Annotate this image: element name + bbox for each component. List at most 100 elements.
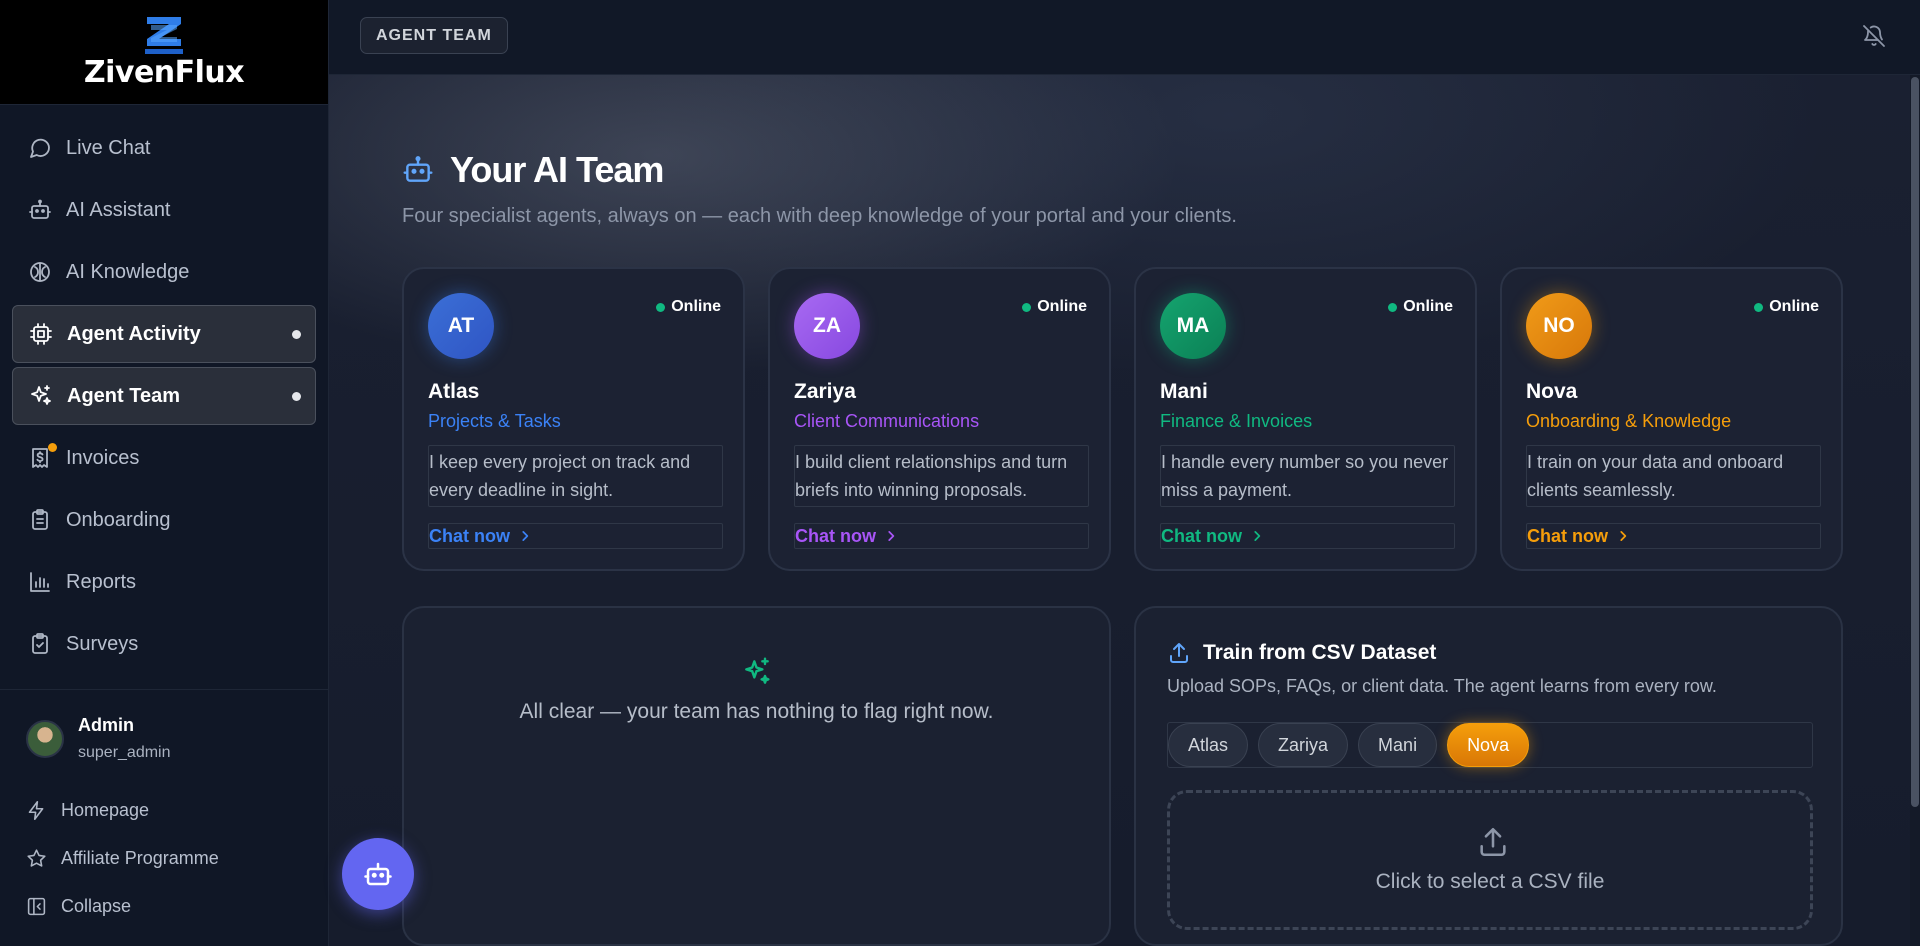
logo[interactable]: ZivenFlux: [0, 0, 328, 105]
user-profile[interactable]: Admin super_admin: [26, 714, 171, 764]
user-name: Admin: [78, 715, 134, 735]
robot-icon: [403, 156, 433, 182]
chat-now-button[interactable]: Chat now: [1160, 523, 1455, 549]
sidebar-item-label: Surveys: [66, 632, 139, 655]
page-subtitle: Four specialist agents, always on — each…: [402, 205, 1237, 227]
csv-training-panel: Train from CSV Dataset Upload SOPs, FAQs…: [1134, 606, 1843, 946]
online-dot: [656, 302, 666, 312]
active-indicator: [292, 391, 301, 401]
agent-avatar: ZA: [794, 293, 860, 359]
agent-name: Zariya: [794, 380, 856, 403]
sidebar-item-label: AI Knowledge: [66, 260, 190, 283]
invoice-dollar-icon: [28, 443, 57, 470]
sidebar-item-label: AI Assistant: [66, 198, 171, 221]
agent-role: Finance & Invoices: [1160, 411, 1313, 431]
ai-assistant-fab[interactable]: [342, 838, 414, 910]
affiliate-label: Affiliate Programme: [61, 848, 219, 868]
agent-pill-zariya[interactable]: Zariya: [1258, 723, 1349, 767]
logo-mark-icon: [145, 17, 183, 54]
sidebar-item-reports[interactable]: Reports: [12, 553, 316, 611]
agent-description: I build client relationships and turn br…: [794, 445, 1089, 507]
robot-icon: [28, 198, 52, 222]
sidebar-item-live-chat[interactable]: Live Chat: [12, 119, 316, 177]
sidebar-item-onboarding[interactable]: Onboarding: [12, 491, 316, 549]
sidebar-divider: [0, 689, 328, 690]
agent-avatar: AT: [428, 293, 494, 359]
bell-off-icon[interactable]: [1862, 24, 1886, 48]
agent-alerts-panel: All clear — your team has nothing to fla…: [402, 606, 1111, 946]
sidebar-item-label: Reports: [66, 570, 137, 593]
agent-name: Mani: [1160, 380, 1208, 403]
sidebar-nav: Live Chat AI Assistant AI Knowledge Agen…: [0, 105, 328, 673]
agent-description: I handle every number so you never miss …: [1160, 445, 1455, 507]
chat-now-button[interactable]: Chat now: [1526, 523, 1821, 549]
notification-dot: [48, 443, 57, 452]
robot-icon: [364, 862, 392, 886]
sidebar-item-label: Agent Team: [67, 384, 180, 407]
sidebar-item-surveys[interactable]: Surveys: [12, 615, 316, 673]
agent-description: I keep every project on track and every …: [428, 445, 723, 507]
status-badge: Online: [1022, 298, 1087, 316]
agent-pill-mani[interactable]: Mani: [1358, 723, 1438, 767]
avatar: [26, 720, 64, 758]
agent-description: I train on your data and onboard clients…: [1526, 445, 1821, 507]
page-header: Your AI Team: [402, 149, 664, 191]
bar-chart-icon: [28, 570, 52, 594]
agent-pill-atlas[interactable]: Atlas: [1168, 723, 1249, 767]
sidebar-item-label: Agent Activity: [67, 322, 201, 345]
lightning-icon: [28, 800, 44, 821]
sidebar-item-label: Invoices: [66, 446, 140, 469]
status-text: Online: [671, 298, 721, 315]
agent-cards: AT Online Atlas Projects & Tasks I keep …: [402, 267, 1866, 571]
agent-card-nova[interactable]: NO Online Nova Onboarding & Knowledge I …: [1500, 267, 1843, 571]
collapse-sidebar-icon: [27, 897, 46, 916]
page-title: Your AI Team: [450, 149, 664, 190]
chat-now-button[interactable]: Chat now: [794, 523, 1089, 549]
csv-dropzone[interactable]: Click to select a CSV file: [1167, 790, 1813, 930]
collapse-label: Collapse: [61, 896, 132, 916]
upload-icon: [1170, 643, 1188, 663]
brain-icon: [28, 260, 52, 284]
agent-name: Nova: [1526, 380, 1578, 403]
chat-now-button[interactable]: Chat now: [428, 523, 723, 549]
sidebar-item-agent-team[interactable]: Agent Team: [12, 367, 316, 425]
top-bar: AGENT TEAM: [329, 0, 1920, 75]
collapse-button[interactable]: Collapse: [26, 896, 131, 917]
sidebar-item-label: Onboarding: [66, 508, 171, 531]
scrollbar[interactable]: [1910, 75, 1920, 946]
sidebar-item-label: Live Chat: [66, 136, 151, 159]
sidebar: ZivenFlux Live Chat AI Assistant AI Know…: [0, 0, 329, 946]
agent-role: Onboarding & Knowledge: [1526, 411, 1732, 431]
csv-header: Train from CSV Dataset: [1167, 641, 1436, 665]
affiliate-link[interactable]: Affiliate Programme: [26, 848, 219, 869]
clipboard-list-icon: [28, 508, 52, 532]
sidebar-item-ai-knowledge[interactable]: AI Knowledge: [12, 243, 316, 301]
cpu-icon: [29, 322, 53, 346]
chevron-right-icon: [1620, 531, 1627, 541]
agent-card-zariya[interactable]: ZA Online Zariya Client Communications I…: [768, 267, 1111, 571]
sidebar-item-invoices[interactable]: Invoices: [12, 429, 316, 487]
chat-now-label: Chat now: [795, 525, 876, 546]
agent-pill-nova[interactable]: Nova: [1447, 723, 1530, 767]
chat-now-label: Chat now: [1527, 525, 1608, 546]
chevron-right-icon: [1254, 531, 1261, 541]
agent-card-mani[interactable]: MA Online Mani Finance & Invoices I hand…: [1134, 267, 1477, 571]
sidebar-item-ai-assistant[interactable]: AI Assistant: [12, 181, 316, 239]
upload-icon: [1480, 827, 1506, 857]
online-dot: [1388, 302, 1398, 312]
agent-role: Projects & Tasks: [428, 411, 561, 431]
sparkles-icon: [29, 384, 53, 408]
chat-now-label: Chat now: [1161, 525, 1242, 546]
homepage-link[interactable]: Homepage: [26, 800, 149, 821]
agent-selector: Atlas Zariya Mani Nova: [1167, 722, 1813, 768]
agent-role: Client Communications: [794, 411, 980, 431]
online-dot: [1022, 302, 1032, 312]
online-dot: [1754, 302, 1764, 312]
csv-title: Train from CSV Dataset: [1203, 641, 1437, 664]
chat-bubble-icon: [28, 136, 52, 160]
agent-avatar: NO: [1526, 293, 1592, 359]
sidebar-item-agent-activity[interactable]: Agent Activity: [12, 305, 316, 363]
agent-card-atlas[interactable]: AT Online Atlas Projects & Tasks I keep …: [402, 267, 745, 571]
agent-name: Atlas: [428, 380, 480, 403]
scrollbar-thumb[interactable]: [1911, 77, 1919, 807]
